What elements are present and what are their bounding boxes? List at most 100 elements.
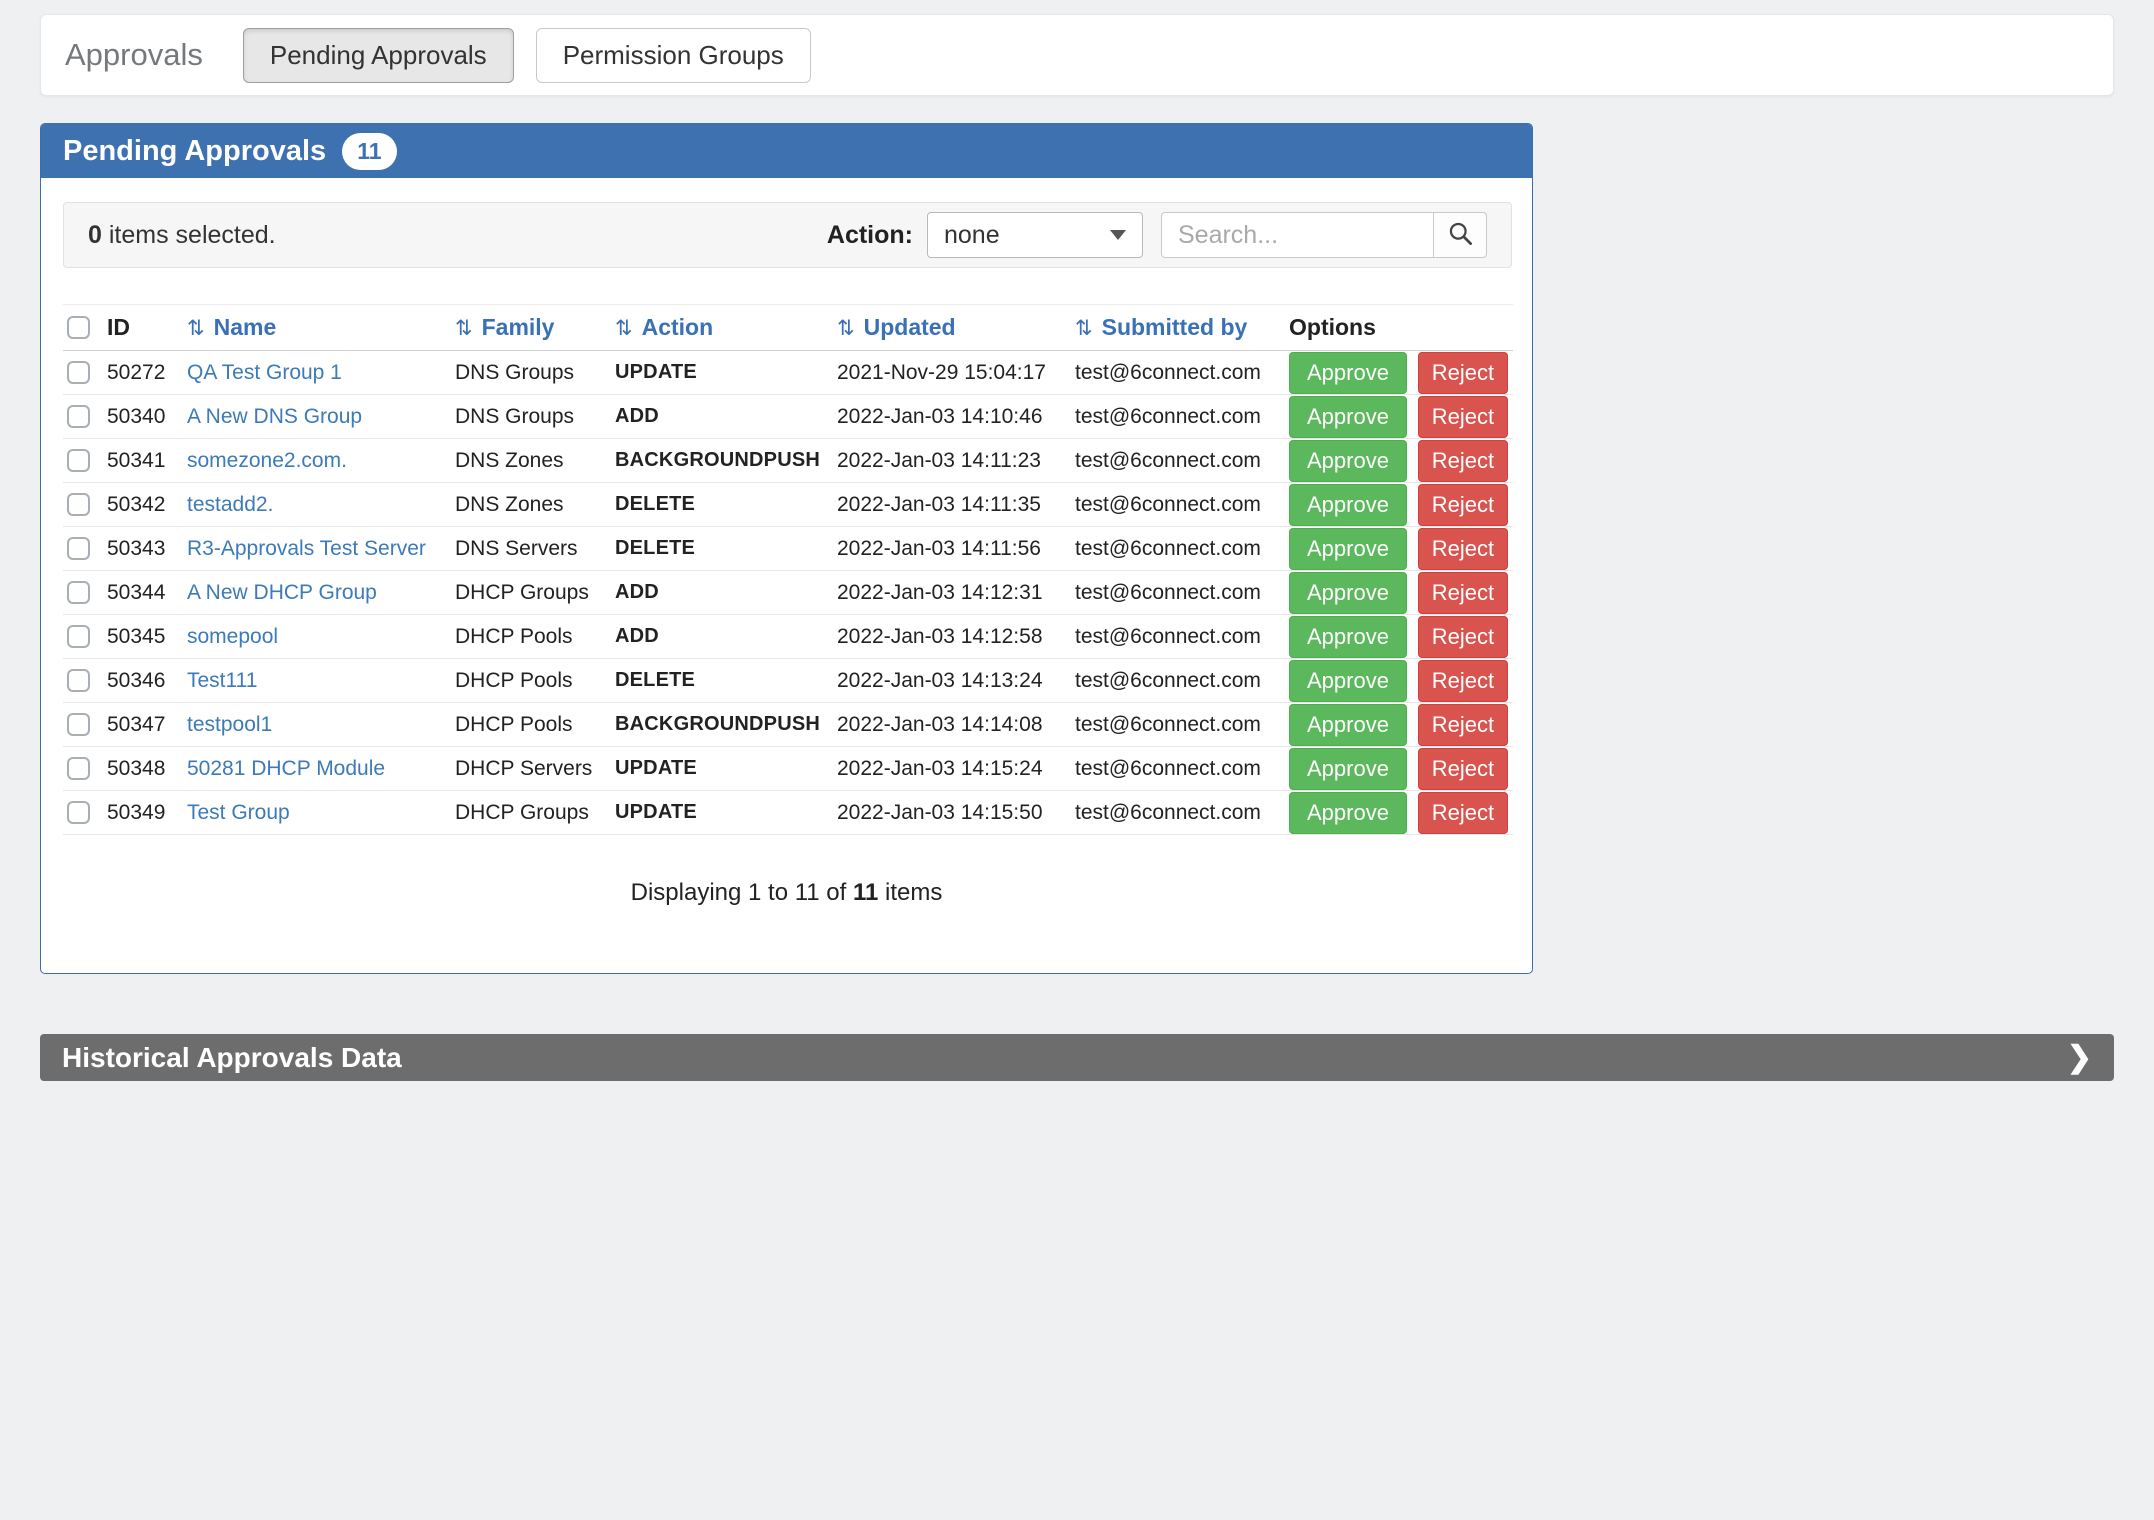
row-name-link[interactable]: 50281 DHCP Module [187,757,385,780]
approvals-header-card: Approvals Pending Approvals Permission G… [40,14,2114,96]
reject-button[interactable]: Reject [1418,352,1508,394]
action-select-value: none [944,221,1000,250]
row-name-link[interactable]: A New DNS Group [187,405,362,428]
row-checkbox[interactable] [67,581,90,604]
table-row: 50345 somepool DHCP Pools ADD 2022-Jan-0… [63,615,1513,659]
reject-button[interactable]: Reject [1418,660,1508,702]
approve-button[interactable]: Approve [1289,440,1407,482]
selected-count-text: 0 items selected. [88,221,276,250]
select-all-checkbox[interactable] [67,316,90,339]
approve-button[interactable]: Approve [1289,792,1407,834]
approve-button[interactable]: Approve [1289,572,1407,614]
row-options-cell: Approve Reject [1289,791,1513,835]
row-checkbox-cell [63,439,107,483]
row-updated: 2022-Jan-03 14:11:56 [837,527,1075,571]
pagination-summary: Displaying 1 to 11 of 11 items [41,879,1532,907]
row-options-cell: Approve Reject [1289,527,1513,571]
approve-button[interactable]: Approve [1289,396,1407,438]
column-header-submitted-by[interactable]: Submitted by [1075,305,1289,351]
row-family: DNS Groups [455,351,615,395]
sort-icon [615,314,642,340]
row-submitted-by: test@6connect.com [1075,351,1289,395]
reject-button[interactable]: Reject [1418,440,1508,482]
row-id: 50344 [107,571,187,615]
table-row: 50272 QA Test Group 1 DNS Groups UPDATE … [63,351,1513,395]
row-updated: 2022-Jan-03 14:11:35 [837,483,1075,527]
approve-button[interactable]: Approve [1289,484,1407,526]
reject-button[interactable]: Reject [1418,484,1508,526]
row-checkbox[interactable] [67,801,90,824]
row-name-cell: QA Test Group 1 [187,351,455,395]
row-checkbox[interactable] [67,669,90,692]
row-options-cell: Approve Reject [1289,483,1513,527]
search-input[interactable] [1161,212,1433,258]
row-action: ADD [615,615,837,659]
column-header-name[interactable]: Name [187,305,455,351]
sort-icon [837,314,864,340]
action-select[interactable]: none [927,212,1143,258]
row-updated: 2022-Jan-03 14:11:23 [837,439,1075,483]
row-name-link[interactable]: somezone2.com. [187,449,347,472]
row-checkbox[interactable] [67,361,90,384]
row-checkbox[interactable] [67,625,90,648]
row-name-link[interactable]: R3-Approvals Test Server [187,537,426,560]
column-header-updated[interactable]: Updated [837,305,1075,351]
search-button[interactable] [1433,212,1487,258]
row-checkbox[interactable] [67,537,90,560]
approve-button[interactable]: Approve [1289,528,1407,570]
approve-button[interactable]: Approve [1289,748,1407,790]
row-family: DNS Zones [455,483,615,527]
row-checkbox-cell [63,351,107,395]
table-toolbar: 0 items selected. Action: none [63,202,1512,268]
row-checkbox[interactable] [67,449,90,472]
row-id: 50347 [107,703,187,747]
row-name-link[interactable]: A New DHCP Group [187,581,377,604]
sort-icon [1075,314,1102,340]
reject-button[interactable]: Reject [1418,704,1508,746]
row-action: DELETE [615,527,837,571]
count-badge: 11 [342,133,396,170]
tab-pending-approvals[interactable]: Pending Approvals [243,28,514,83]
reject-button[interactable]: Reject [1418,748,1508,790]
approve-button[interactable]: Approve [1289,352,1407,394]
row-options-cell: Approve Reject [1289,703,1513,747]
tab-permission-groups[interactable]: Permission Groups [536,28,811,83]
historical-approvals-bar[interactable]: Historical Approvals Data ❯ [40,1034,2114,1081]
chevron-down-icon [1110,230,1126,240]
reject-button[interactable]: Reject [1418,528,1508,570]
row-name-link[interactable]: QA Test Group 1 [187,361,342,384]
row-name-link[interactable]: testadd2. [187,493,273,516]
approve-button[interactable]: Approve [1289,616,1407,658]
row-id: 50345 [107,615,187,659]
sort-icon [187,314,214,340]
row-options-cell: Approve Reject [1289,659,1513,703]
row-checkbox-cell [63,615,107,659]
row-checkbox[interactable] [67,405,90,428]
column-header-family[interactable]: Family [455,305,615,351]
row-checkbox-cell [63,483,107,527]
approve-button[interactable]: Approve [1289,660,1407,702]
row-checkbox[interactable] [67,713,90,736]
reject-button[interactable]: Reject [1418,616,1508,658]
row-name-link[interactable]: somepool [187,625,278,648]
row-name-cell: A New DNS Group [187,395,455,439]
row-name-link[interactable]: testpool1 [187,713,272,736]
row-checkbox-cell [63,659,107,703]
reject-button[interactable]: Reject [1418,792,1508,834]
table-row: 50342 testadd2. DNS Zones DELETE 2022-Ja… [63,483,1513,527]
row-name-link[interactable]: Test111 [187,669,257,692]
row-name-link[interactable]: Test Group [187,801,290,824]
column-header-action[interactable]: Action [615,305,837,351]
approve-button[interactable]: Approve [1289,704,1407,746]
row-id: 50340 [107,395,187,439]
table-row: 50346 Test111 DHCP Pools DELETE 2022-Jan… [63,659,1513,703]
search-group [1161,212,1487,258]
row-family: DHCP Pools [455,703,615,747]
row-name-cell: A New DHCP Group [187,571,455,615]
table-row: 50344 A New DHCP Group DHCP Groups ADD 2… [63,571,1513,615]
row-checkbox[interactable] [67,757,90,780]
reject-button[interactable]: Reject [1418,572,1508,614]
action-label: Action: [827,221,913,250]
row-checkbox[interactable] [67,493,90,516]
reject-button[interactable]: Reject [1418,396,1508,438]
